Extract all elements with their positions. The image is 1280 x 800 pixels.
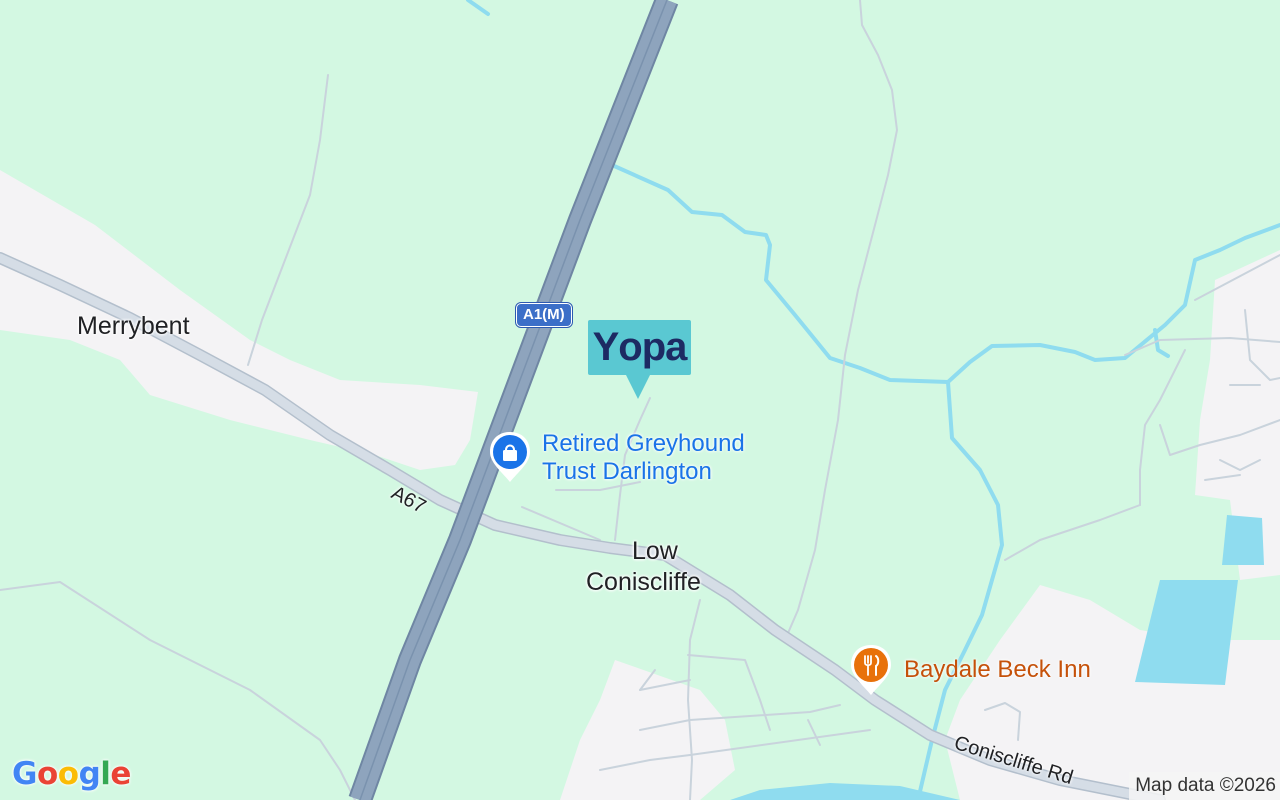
restaurant-icon: [851, 645, 891, 695]
pond: [1222, 515, 1264, 565]
shopping-bag-icon: [490, 432, 530, 482]
river-tees: [730, 783, 960, 800]
poi-label-baydale-beck-inn[interactable]: Baydale Beck Inn: [904, 656, 1091, 684]
poi-pin-baydale-beck-inn[interactable]: [849, 643, 893, 695]
map-attribution[interactable]: Map data ©2026: [1129, 772, 1280, 800]
stream-branch: [1153, 328, 1170, 358]
logo-letter: l: [100, 756, 111, 792]
place-label-low-coniscliffe-1: Low: [632, 537, 678, 565]
logo-letter: g: [78, 756, 101, 792]
stream-main: [610, 163, 1280, 384]
brand-marker-pointer: [626, 375, 650, 399]
lake: [1135, 580, 1238, 685]
brand-map-marker[interactable]: Υopa: [588, 320, 691, 400]
poi-label-greyhound-1[interactable]: Retired Greyhound: [542, 430, 745, 458]
logo-letter: e: [110, 756, 131, 792]
poi-pin-greyhound-trust[interactable]: [488, 430, 532, 482]
place-label-low-coniscliffe-2: Coniscliffe: [586, 568, 701, 596]
poi-label-greyhound-2[interactable]: Trust Darlington: [542, 458, 712, 486]
logo-letter: G: [12, 756, 37, 792]
map-canvas[interactable]: A1(M) A67 Coniscliffe Rd Merrybent Low C…: [0, 0, 1280, 800]
logo-letter: o: [36, 756, 58, 792]
place-label-merrybent: Merrybent: [77, 312, 190, 340]
brand-marker-label: Υopa: [588, 320, 691, 375]
road-shield-a1m: A1(M): [515, 302, 573, 328]
logo-letter: o: [57, 756, 79, 792]
stream-top-left: [466, 0, 490, 16]
urban-area-merrybent: [0, 170, 478, 470]
google-logo[interactable]: Google: [12, 756, 131, 792]
